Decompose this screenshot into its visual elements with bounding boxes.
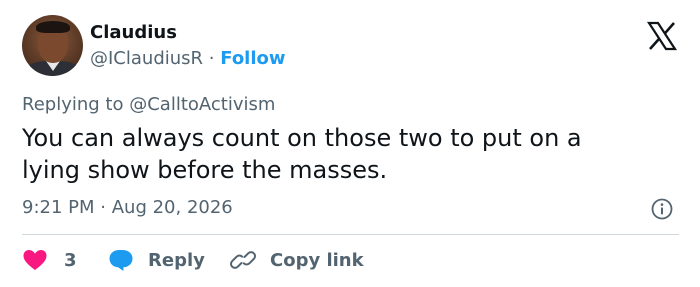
follow-link[interactable]: Follow [220,48,285,69]
info-icon[interactable] [650,197,674,221]
tweet-date: Aug 20, 2026 [111,197,233,218]
timestamp-separator: · [100,197,106,218]
avatar[interactable] [22,15,83,76]
handle-separator: · [208,48,215,69]
copy-link-label: Copy link [270,249,364,271]
reply-label: Reply [148,249,205,271]
heart-icon [22,248,48,272]
like-count: 3 [64,249,77,271]
author-handle[interactable]: @IClaudiusR [90,48,203,69]
replying-to-line: Replying to @CalltoActivism [22,94,275,115]
tweet-time: 9:21 PM [22,197,95,218]
link-icon [230,248,256,272]
copy-link-button[interactable]: Copy link [230,246,364,274]
avatar-hair [36,21,70,33]
like-button[interactable]: 3 [22,246,77,274]
tweet-timestamp[interactable]: 9:21 PM · Aug 20, 2026 [22,197,233,218]
author-name[interactable]: Claudius [90,22,177,43]
x-logo-icon[interactable] [646,20,678,52]
replying-to-mention[interactable]: @CalltoActivism [129,94,275,115]
tweet-text: You can always count on those two to put… [22,124,582,184]
speech-bubble-icon [108,248,134,272]
author-handle-row: @IClaudiusR · Follow [90,48,286,69]
replying-prefix: Replying to [22,94,124,115]
divider [22,234,679,235]
tweet-card: Claudius @IClaudiusR · Follow Replying t… [0,0,700,287]
reply-button[interactable]: Reply [108,246,205,274]
